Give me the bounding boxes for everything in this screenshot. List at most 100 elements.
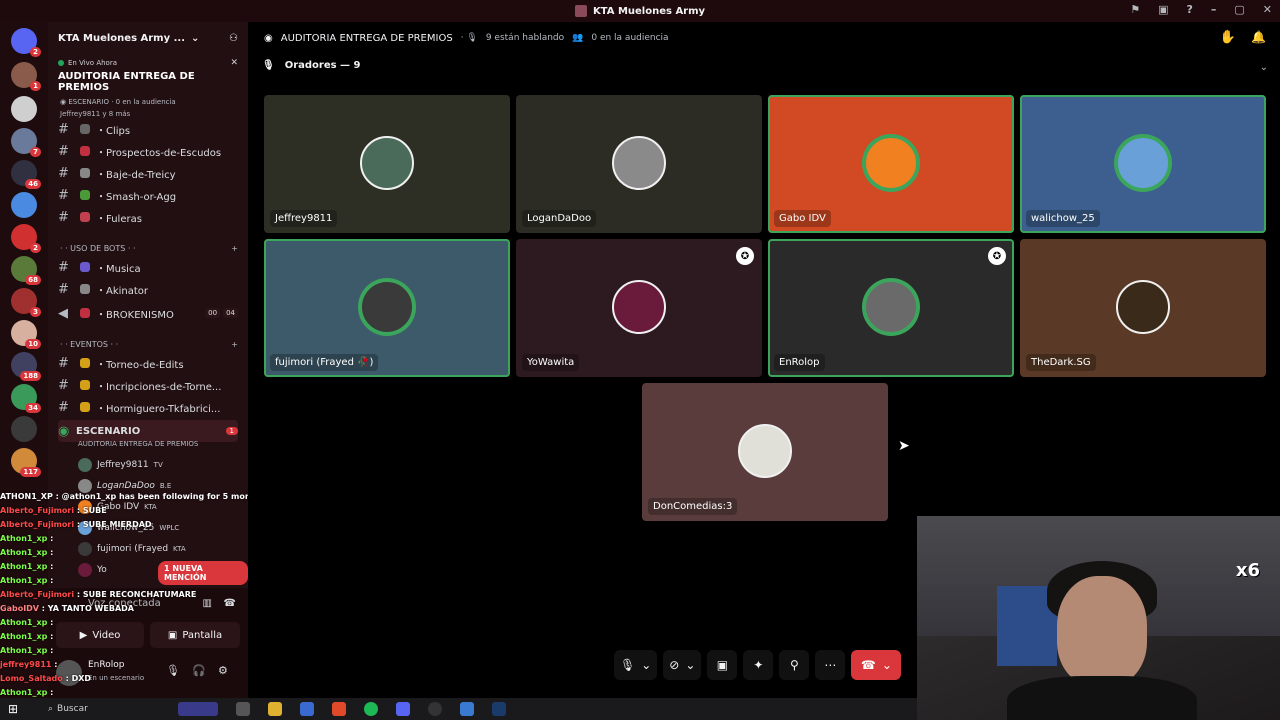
speaker-tile[interactable]: walichow_25	[1020, 95, 1266, 233]
category-events[interactable]: · · EVENTOS · · +	[60, 340, 238, 349]
disconnect-icon[interactable]: ☎	[224, 598, 236, 609]
share-screen-button[interactable]: ▣	[707, 650, 738, 680]
minimize-button[interactable]: –	[1211, 3, 1217, 16]
channel-akinator[interactable]: # ・Akinator	[58, 278, 238, 300]
channel-incripciones[interactable]: # ・Incripciones-de-Torne...	[58, 374, 238, 396]
video-button[interactable]: ▶ Video	[56, 622, 144, 648]
speaker-tile[interactable]: Gabo IDV	[768, 95, 1014, 233]
camera-button[interactable]: ⊘ ⌄	[663, 650, 702, 680]
voice-panel: Voz conectada ▥ ☎ ▶ Video ▣ Pantalla EnRol…	[48, 588, 248, 698]
server-icon[interactable]: 68	[11, 256, 41, 285]
more-button[interactable]: ⋯	[815, 650, 846, 680]
channel-torneo[interactable]: # ・Torneo-de-Edits	[58, 352, 238, 374]
store-icon[interactable]	[300, 702, 314, 716]
headphones-icon[interactable]: 🎧	[192, 664, 206, 677]
moderator-icon: ✪	[736, 247, 754, 265]
stage-member[interactable]: Gabo IDV KTA	[78, 500, 157, 514]
screen-icon: ▣	[716, 658, 729, 672]
call-controls: 🎙 ⌄ ⊘ ⌄ ▣ ✦ ⚲ ⋯ ☎ ⌄	[614, 650, 902, 680]
signal-icon[interactable]: ▥	[203, 598, 212, 609]
chevron-down-icon[interactable]: ⌄	[1260, 62, 1268, 73]
stage-member[interactable]: LoganDaDoo B.E	[78, 479, 171, 493]
screen-icon[interactable]: ▣	[1158, 3, 1168, 16]
channel-baje[interactable]: # ・Baje-de-Treicy	[58, 162, 238, 184]
live-indicator: En Vivo Ahora ✕	[48, 54, 248, 68]
speaker-tile[interactable]: DonComedias:3	[642, 383, 888, 521]
server-icon[interactable]: 1	[11, 62, 41, 91]
channel-prospectos[interactable]: # ・Prospectos-de-Escudos	[58, 140, 238, 162]
task-view-icon[interactable]	[236, 702, 250, 716]
spotify-icon[interactable]	[364, 702, 378, 716]
webcam-body	[1007, 676, 1197, 720]
move-audience-button[interactable]: ⚲	[779, 650, 810, 680]
channel-clips[interactable]: # ・Clips	[58, 118, 238, 140]
avatar[interactable]	[56, 660, 82, 686]
close-button[interactable]: ✕	[1263, 3, 1272, 16]
widget-icon[interactable]	[178, 702, 218, 716]
channel-smash[interactable]: # ・Smash-or-Agg	[58, 184, 238, 206]
server-header[interactable]: KTA Muelones Army ... ⌄ ⚇	[48, 22, 248, 54]
server-icon[interactable]: 7	[11, 128, 41, 157]
maximize-button[interactable]: ▢	[1234, 3, 1244, 16]
inbox-icon[interactable]: ⚑	[1130, 3, 1140, 16]
obs-icon[interactable]	[428, 702, 442, 716]
raise-hand-icon[interactable]: ✋	[1220, 30, 1236, 45]
avatar	[360, 280, 414, 334]
channel-fuleras[interactable]: # ・Fuleras	[58, 206, 238, 228]
speaker-tile[interactable]: Jeffrey9811	[264, 95, 510, 233]
microphone-icon[interactable]: 🎙	[166, 664, 180, 677]
speaker-tile[interactable]: fujimori (Frayed 🥀)	[264, 239, 510, 377]
person-icon: ⚲	[790, 658, 799, 672]
stage-title[interactable]: AUDITORIA ENTREGA DE PREMIOS	[48, 68, 248, 96]
server-icon[interactable]: 188	[11, 352, 41, 381]
speaker-name: LoganDaDoo	[522, 210, 597, 227]
activities-button[interactable]: ✦	[743, 650, 774, 680]
brave-icon[interactable]	[332, 702, 346, 716]
home-icon[interactable]: 2	[11, 28, 41, 57]
speaker-tile[interactable]: TheDark.SG	[1020, 239, 1266, 377]
settings-icon[interactable]: ⚙	[218, 664, 228, 677]
notifications-icon[interactable]: 🔔	[1251, 30, 1266, 44]
server-icon[interactable]: 2	[11, 224, 41, 253]
channel-musica[interactable]: # ・Musica	[58, 256, 238, 278]
channel-brokenismo[interactable]: ◀ ・BROKENISMO 00 04	[58, 302, 238, 324]
speaker-name: Gabo IDV	[774, 210, 831, 227]
server-icon[interactable]: 10	[11, 320, 41, 349]
server-icon[interactable]	[11, 96, 37, 122]
speaker-tile[interactable]: ✪ EnRolop	[768, 239, 1014, 377]
server-icon[interactable]: 117	[11, 448, 41, 477]
server-name: KTA Muelones Army ...	[58, 32, 185, 44]
leave-call-button[interactable]: ☎ ⌄	[851, 650, 902, 680]
speaker-name: TheDark.SG	[1026, 354, 1096, 371]
server-icon[interactable]: 3	[11, 288, 41, 317]
speaker-tile[interactable]: ✪ YoWawita	[516, 239, 762, 377]
server-icon[interactable]: 34	[11, 384, 41, 413]
speaker-tile[interactable]: LoganDaDoo	[516, 95, 762, 233]
channel-escenario[interactable]: ◉ ESCENARIO 1	[58, 420, 238, 442]
stage-member[interactable]: fujimori (Frayed KTA	[78, 542, 186, 556]
server-icon[interactable]	[11, 416, 37, 442]
app-icon[interactable]	[460, 702, 474, 716]
phone-hangup-icon: ☎	[860, 658, 876, 672]
search-icon: ⌕	[48, 704, 54, 714]
steam-icon[interactable]	[492, 702, 506, 716]
channel-hormiguero[interactable]: # ・Hormiguero-Tkfabrici...	[58, 396, 238, 418]
mute-button[interactable]: 🎙 ⌄	[614, 650, 658, 680]
category-bots[interactable]: · · USO DE BOTS · · +	[60, 244, 238, 253]
help-icon[interactable]: ?	[1186, 3, 1192, 16]
stage-member[interactable]: Jeffrey9811 TV	[78, 458, 163, 472]
screen-share-button[interactable]: ▣ Pantalla	[150, 622, 240, 648]
windows-icon[interactable]: ⊞	[8, 702, 18, 716]
new-mention-badge[interactable]: 1 NUEVA MENCIÓN	[158, 561, 248, 585]
server-icon[interactable]	[11, 192, 37, 218]
file-explorer-icon[interactable]	[268, 702, 282, 716]
speakers-header[interactable]: 🎙 Oradores — 9	[262, 60, 361, 71]
user-name[interactable]: EnRolop	[88, 660, 124, 670]
stage-member[interactable]: Yo	[78, 563, 107, 577]
close-icon[interactable]: ✕	[230, 58, 238, 68]
add-member-icon[interactable]: ⚇	[229, 33, 238, 44]
server-icon[interactable]: 46	[11, 160, 41, 189]
stage-member[interactable]: walichow_25 WPLC	[78, 521, 179, 535]
discord-icon[interactable]	[396, 702, 410, 716]
taskbar-search[interactable]: ⌕ Buscar	[48, 701, 168, 717]
